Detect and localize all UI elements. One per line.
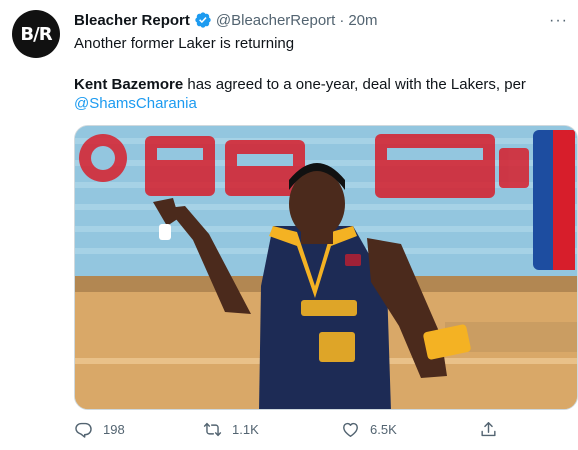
mention-link[interactable]: @ShamsCharania bbox=[74, 95, 197, 112]
tweet-body-bold: Kent Bazemore bbox=[74, 76, 184, 93]
like-button[interactable]: 6.5K bbox=[341, 420, 397, 439]
reply-icon bbox=[75, 422, 92, 438]
player-photo-illustration bbox=[75, 126, 577, 409]
retweet-button[interactable]: 1.1K bbox=[203, 420, 259, 439]
more-options-icon[interactable]: ··· bbox=[549, 12, 568, 30]
separator-dot: · bbox=[339, 11, 345, 29]
tweet-header: Bleacher Report @BleacherReport · 20m bbox=[74, 11, 378, 29]
tweet-actions: 198 1.1K 6.5K bbox=[74, 420, 514, 442]
verified-badge-icon bbox=[195, 12, 211, 28]
author-handle[interactable]: @BleacherReport bbox=[216, 12, 335, 29]
author-name[interactable]: Bleacher Report bbox=[74, 12, 190, 29]
timestamp[interactable]: 20m bbox=[348, 12, 377, 29]
retweet-count: 1.1K bbox=[232, 422, 259, 437]
avatar-label: B/R bbox=[20, 23, 52, 45]
heart-icon bbox=[343, 422, 358, 437]
share-icon bbox=[481, 422, 496, 437]
jersey-sponsor-patch bbox=[345, 254, 361, 266]
player-neck bbox=[301, 226, 333, 244]
reply-count: 198 bbox=[103, 422, 125, 437]
jersey-lettering bbox=[301, 300, 357, 316]
avatar[interactable]: B/R bbox=[12, 10, 60, 58]
share-button[interactable] bbox=[479, 420, 508, 439]
nba-logo-red bbox=[553, 130, 575, 270]
finger-tape bbox=[159, 224, 171, 240]
like-count: 6.5K bbox=[370, 422, 397, 437]
tweet-headline: Another former Laker is returning bbox=[74, 35, 295, 52]
tweet-body-rest: has agreed to a one-year, deal with the … bbox=[183, 76, 526, 93]
tweet-photo[interactable] bbox=[74, 125, 578, 410]
jersey-number bbox=[319, 332, 355, 362]
tweet[interactable]: B/R Bleacher Report @BleacherReport · 20… bbox=[0, 0, 578, 450]
reply-button[interactable]: 198 bbox=[74, 420, 125, 439]
retweet-icon bbox=[203, 422, 222, 437]
tweet-body: Kent Bazemore has agreed to a one-year, … bbox=[74, 76, 526, 93]
